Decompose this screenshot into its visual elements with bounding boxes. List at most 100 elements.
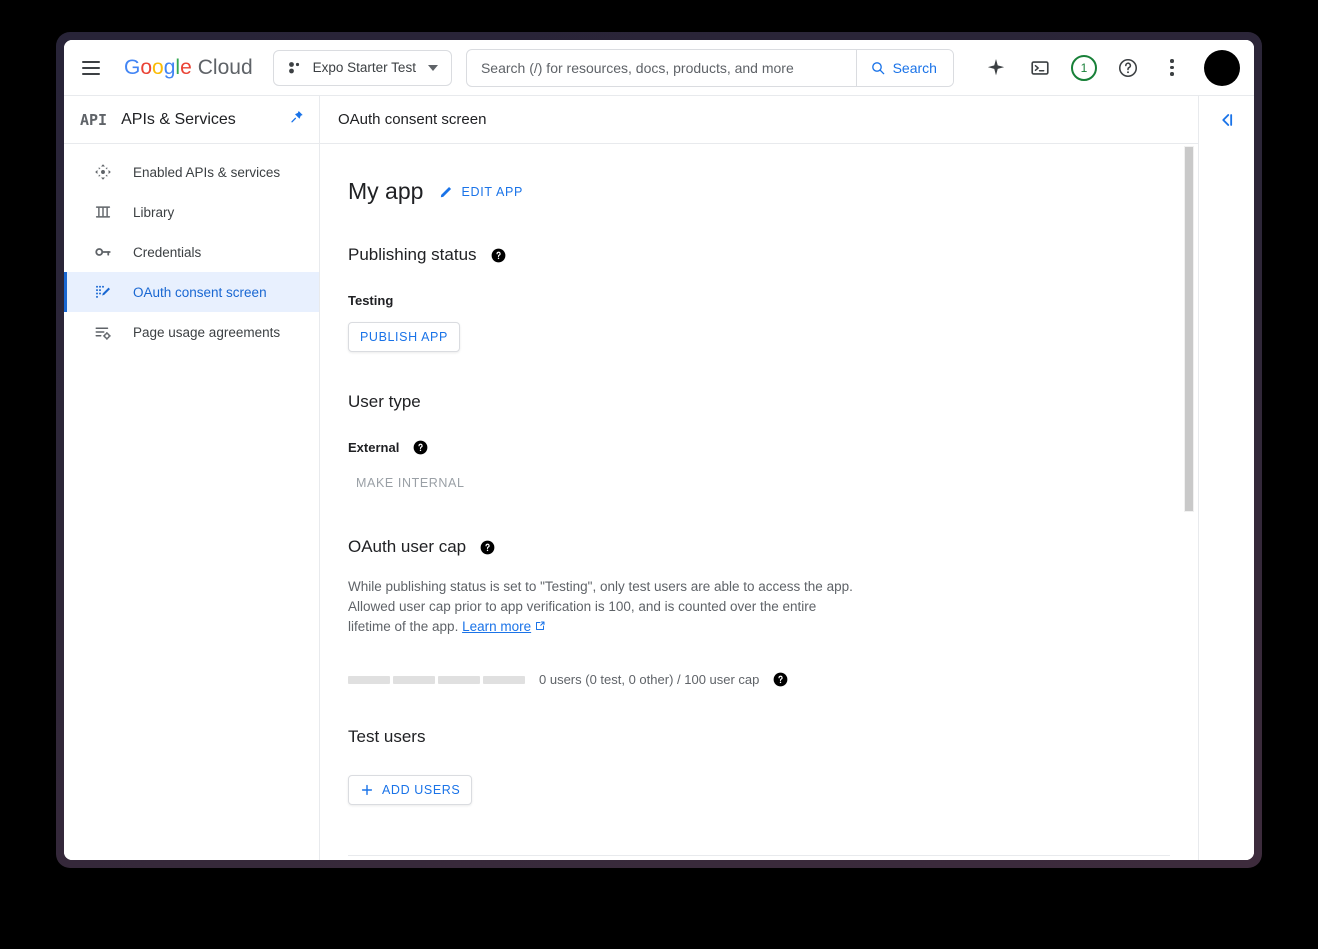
sidebar-item-label: Enabled APIs & services <box>133 164 281 180</box>
sidebar-item-oauth-consent-screen[interactable]: OAuth consent screen <box>64 272 319 312</box>
user-type-heading: User type <box>348 392 1198 412</box>
gemini-sparkle-icon[interactable] <box>976 48 1016 88</box>
cloud-shell-terminal-icon[interactable] <box>1020 48 1060 88</box>
pencil-icon <box>441 186 452 198</box>
library-columns-icon <box>93 203 113 221</box>
project-selector-label: Expo Starter Test <box>312 60 416 75</box>
user-type-value-text: External <box>348 440 400 455</box>
user-cap-text: 0 users (0 test, 0 other) / 100 user cap <box>539 672 760 687</box>
api-logo: API <box>80 110 108 129</box>
edit-app-label: EDIT APP <box>461 184 524 199</box>
list-gear-icon <box>93 323 113 341</box>
scroll-area: My app EDIT APP Publishing status Testin… <box>320 144 1198 860</box>
sidebar-header: API APIs & Services <box>64 96 319 144</box>
sidebar-item-label: Page usage agreements <box>133 324 281 340</box>
publishing-status-value-text: Testing <box>348 293 394 308</box>
publish-app-label: PUBLISH APP <box>360 330 448 344</box>
page-title: OAuth consent screen <box>320 96 1198 144</box>
sidebar-item-enabled-apis[interactable]: Enabled APIs & services <box>64 152 319 192</box>
progress-segment <box>393 675 435 684</box>
oauth-consent-pencil-icon <box>93 283 113 301</box>
vertical-scrollbar[interactable] <box>1184 145 1196 860</box>
dashboard-arrows-icon <box>93 163 113 181</box>
top-app-bar: Google Cloud Expo Starter Test Search (/… <box>64 40 1254 96</box>
progress-segment <box>438 675 480 684</box>
sidebar-item-label: Credentials <box>133 244 202 260</box>
scrollbar-thumb[interactable] <box>1184 146 1194 512</box>
pin-icon[interactable] <box>289 109 305 130</box>
publishing-status-heading-text: Publishing status <box>348 245 477 264</box>
sidebar-item-library[interactable]: Library <box>64 192 319 232</box>
page-body: My app EDIT APP Publishing status Testin… <box>320 144 1198 845</box>
user-type-value: External <box>348 440 1198 455</box>
test-users-heading: Test users <box>348 727 1198 747</box>
sidebar-item-page-usage-agreements[interactable]: Page usage agreements <box>64 312 319 352</box>
logo-letter-o1: o <box>140 55 153 79</box>
help-filled-icon[interactable] <box>491 248 506 263</box>
publishing-status-value: Testing <box>348 293 1198 308</box>
search-input[interactable] <box>466 49 856 86</box>
publishing-status-heading: Publishing status <box>348 245 1198 265</box>
external-link-icon <box>534 618 546 638</box>
logo-letter-g2: g <box>163 55 176 79</box>
publish-app-button[interactable]: PUBLISH APP <box>348 322 460 352</box>
logo-letter-o2: o <box>152 55 164 79</box>
app-body: API APIs & Services Enabled APIs & servi… <box>64 96 1254 860</box>
edit-app-button[interactable]: EDIT APP <box>437 180 525 203</box>
chevron-down-icon <box>427 64 438 71</box>
make-internal-label: MAKE INTERNAL <box>356 476 465 490</box>
right-rail <box>1198 96 1254 860</box>
sidebar-nav: Enabled APIs & services Library Credenti… <box>64 144 319 352</box>
make-internal-button[interactable]: MAKE INTERNAL <box>348 469 473 497</box>
app-name: My app <box>348 178 424 204</box>
sidebar-item-credentials[interactable]: Credentials <box>64 232 319 272</box>
google-cloud-logo[interactable]: Google Cloud <box>124 56 253 80</box>
app-title-row: My app EDIT APP <box>348 178 1198 205</box>
progress-segment <box>348 675 390 684</box>
search-button-label: Search <box>892 59 937 76</box>
logo-letter-e: e <box>180 55 192 79</box>
section-divider <box>348 855 1170 856</box>
oauth-user-cap-heading-text: OAuth user cap <box>348 537 467 556</box>
browser-window-frame: Google Cloud Expo Starter Test Search (/… <box>56 32 1262 868</box>
oauth-user-cap-meter: 0 users (0 test, 0 other) / 100 user cap <box>348 672 1198 687</box>
logo-cloud-word: Cloud <box>197 55 253 79</box>
content-column: OAuth consent screen My app EDIT APP Pub… <box>320 96 1254 860</box>
user-type-heading-text: User type <box>348 392 421 411</box>
user-avatar[interactable] <box>1204 49 1240 86</box>
project-dots-icon <box>288 61 299 73</box>
add-users-label: ADD USERS <box>382 783 461 797</box>
oauth-user-cap-description: While publishing status is set to "Testi… <box>348 577 860 638</box>
content-main: OAuth consent screen My app EDIT APP Pub… <box>320 96 1198 860</box>
test-users-heading-text: Test users <box>348 727 426 746</box>
hamburger-menu-icon[interactable] <box>82 56 106 80</box>
app-window: Google Cloud Expo Starter Test Search (/… <box>64 40 1254 860</box>
collapse-panel-icon[interactable] <box>1217 110 1237 860</box>
oauth-user-cap-description-text: While publishing status is set to "Testi… <box>348 579 853 634</box>
more-options-kebab-icon[interactable] <box>1152 48 1192 88</box>
global-search: Search <box>465 48 954 87</box>
notifications-button[interactable]: 1 <box>1064 48 1104 88</box>
user-cap-progress-bar <box>348 675 525 684</box>
sidebar: API APIs & Services Enabled APIs & servi… <box>64 96 320 860</box>
logo-letter-g1: G <box>124 55 141 79</box>
add-users-button[interactable]: ADD USERS <box>348 775 473 805</box>
help-filled-icon[interactable] <box>413 440 428 455</box>
oauth-user-cap-heading: OAuth user cap <box>348 537 1198 557</box>
sidebar-title: APIs & Services <box>121 110 236 128</box>
help-filled-icon[interactable] <box>773 672 788 687</box>
sidebar-item-label: Library <box>133 204 175 220</box>
search-button[interactable]: Search <box>855 49 953 86</box>
sidebar-item-label: OAuth consent screen <box>133 284 267 300</box>
search-icon <box>871 61 884 74</box>
project-selector[interactable]: Expo Starter Test <box>272 49 452 86</box>
help-filled-icon[interactable] <box>480 540 495 555</box>
progress-segment <box>483 675 525 684</box>
learn-more-link[interactable]: Learn more <box>462 619 531 634</box>
learn-more-label: Learn more <box>462 619 532 634</box>
help-icon[interactable] <box>1108 48 1148 88</box>
plus-icon <box>361 784 373 796</box>
page-title-text: OAuth consent screen <box>338 111 487 128</box>
notifications-badge: 1 <box>1071 54 1097 81</box>
notifications-count: 1 <box>1080 60 1088 75</box>
